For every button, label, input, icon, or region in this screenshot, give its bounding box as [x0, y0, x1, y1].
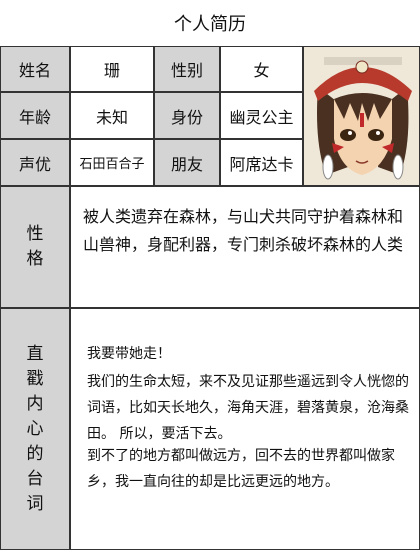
personality-label-char: 性 [26, 224, 44, 244]
voice-actor-label: 声优 [0, 139, 70, 186]
quote-line: 到不了的地方都叫做远方，回不去的世界都叫做家乡，我一直向往的却是比远更远的地方。 [87, 448, 395, 490]
age-value: 未知 [70, 92, 154, 139]
gender-value: 女 [220, 46, 303, 92]
quotes-label-char: 直 [26, 343, 44, 364]
quotes-label-char: 内 [26, 393, 44, 414]
page-title: 个人简历 [174, 14, 246, 35]
name-label: 姓名 [0, 46, 70, 92]
quote-line: 我要带她走！ [87, 346, 171, 362]
portrait-illustration [304, 47, 419, 185]
quotes-label: 直 戳 内 心 的 台 词 [0, 308, 70, 550]
quotes-text-cell: 我要带她走！ 我们的生命太短，来不及见证那些遥远到令人恍惚的词语，比如天长地久，… [70, 308, 420, 550]
age-label: 年龄 [0, 92, 70, 139]
friend-value: 阿席达卡 [220, 139, 303, 186]
character-portrait [303, 46, 420, 186]
quotes-label-char: 词 [26, 493, 44, 514]
friend-label: 朋友 [154, 139, 220, 186]
gender-label: 性别 [154, 46, 220, 92]
personality-text-cell: 被人类遗弃在森林，与山犬共同守护着森林和山兽神，身配利器，专门刺杀破坏森林的人类 [70, 186, 420, 308]
quotes-label-char: 戳 [26, 368, 44, 389]
personality-label-char: 格 [26, 249, 44, 269]
identity-value: 幽灵公主 [220, 92, 303, 139]
name-value: 珊 [70, 46, 154, 92]
quotes-label-char: 的 [26, 443, 44, 464]
personality-label: 性 格 [0, 186, 70, 308]
personality-text: 被人类遗弃在森林，与山犬共同守护着森林和山兽神，身配利器，专门刺杀破坏森林的人类 [83, 207, 404, 254]
voice-actor-value: 石田百合子 [70, 139, 154, 186]
identity-label: 身份 [154, 92, 220, 139]
quotes-label-char: 心 [26, 418, 44, 439]
quotes-label-char: 台 [26, 468, 44, 489]
quote-line: 我们的生命太短，来不及见证那些遥远到令人恍惚的词语，比如天长地久，海角天涯，碧落… [87, 374, 409, 442]
